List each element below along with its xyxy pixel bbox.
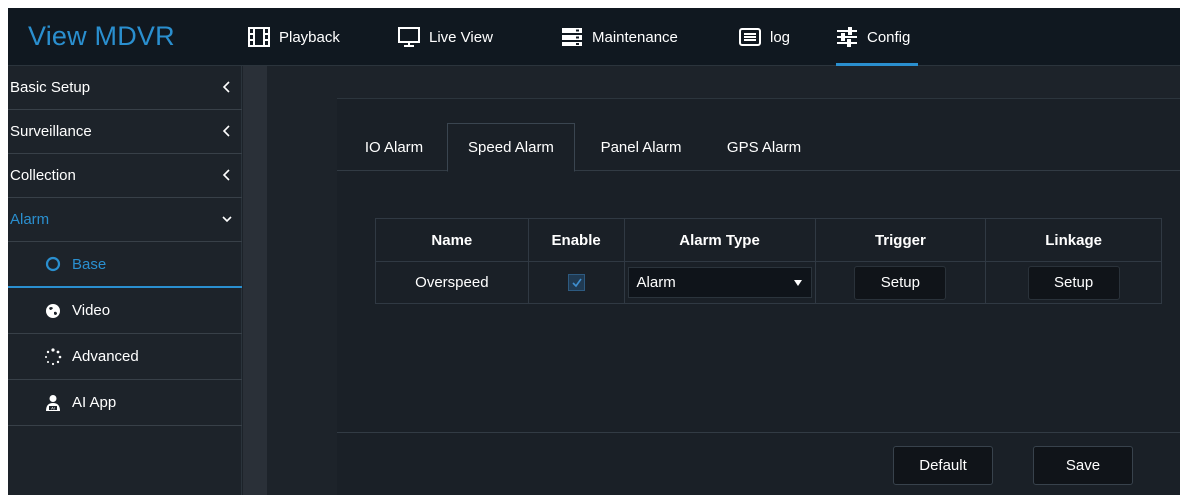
save-button[interactable]: Save bbox=[1033, 446, 1133, 485]
sidebar-item-label: AI App bbox=[72, 394, 117, 411]
globe-icon bbox=[44, 302, 62, 320]
tab-speed-alarm[interactable]: Speed Alarm bbox=[447, 123, 575, 172]
default-button[interactable]: Default bbox=[893, 446, 993, 485]
tab-io-alarm[interactable]: IO Alarm bbox=[355, 123, 433, 171]
sidebar-group-label: Alarm bbox=[10, 211, 50, 228]
row-name: Overspeed bbox=[375, 261, 529, 304]
linkage-setup-button[interactable]: Setup bbox=[1027, 265, 1120, 300]
sidebar-group-alarm[interactable]: Alarm bbox=[8, 198, 242, 242]
nav-maintenance[interactable]: Maintenance bbox=[561, 8, 678, 66]
trigger-setup-button[interactable]: Setup bbox=[854, 265, 947, 300]
sidebar: Basic Setup Surveillance Collection Alar… bbox=[8, 66, 242, 495]
sidebar-group-basic-setup[interactable]: Basic Setup bbox=[8, 66, 242, 110]
app-window: View MDVR Playback Live View Maintenance… bbox=[8, 8, 1180, 495]
ai-user-icon: AI bbox=[44, 394, 62, 412]
nav-config-label: Config bbox=[867, 28, 911, 46]
sidebar-item-ai-app[interactable]: AI AI App bbox=[8, 380, 242, 426]
sidebar-item-base[interactable]: Base bbox=[8, 242, 242, 288]
config-panel: IO Alarm Speed Alarm Panel Alarm GPS Ala… bbox=[337, 98, 1180, 495]
nav-live-view-label: Live View bbox=[429, 28, 493, 46]
tab-label: Panel Alarm bbox=[600, 138, 682, 156]
monitor-icon bbox=[398, 27, 420, 47]
svg-text:AI: AI bbox=[51, 405, 55, 410]
sidebar-item-label: Base bbox=[72, 255, 107, 273]
sidebar-item-label: Advanced bbox=[72, 348, 139, 365]
column-header: Enable bbox=[527, 218, 625, 262]
chevron-down-icon bbox=[222, 216, 232, 223]
footer-divider bbox=[337, 432, 1180, 433]
sidebar-group-surveillance[interactable]: Surveillance bbox=[8, 110, 242, 154]
nav-live-view[interactable]: Live View bbox=[398, 8, 493, 66]
list-icon bbox=[739, 28, 761, 46]
top-nav-bar: View MDVR Playback Live View Maintenance… bbox=[8, 8, 1180, 66]
alarm-tabbar: IO Alarm Speed Alarm Panel Alarm GPS Ala… bbox=[337, 99, 1180, 172]
sidebar-group-label: Surveillance bbox=[10, 123, 92, 140]
sidebar-item-advanced[interactable]: Advanced bbox=[8, 334, 242, 380]
nav-playback[interactable]: Playback bbox=[248, 8, 340, 66]
caret-down-icon bbox=[793, 279, 802, 286]
circle-icon bbox=[44, 255, 62, 273]
column-header: Trigger bbox=[814, 218, 987, 262]
sidebar-item-video[interactable]: Video bbox=[8, 288, 242, 334]
enable-checkbox[interactable] bbox=[567, 274, 585, 292]
column-header: Linkage bbox=[985, 218, 1162, 262]
app-title: View MDVR bbox=[28, 21, 175, 51]
table-row: Overspeed Alarm Setup Setup bbox=[375, 261, 1162, 304]
nav-playback-label: Playback bbox=[279, 28, 340, 46]
nav-maintenance-label: Maintenance bbox=[592, 28, 678, 46]
film-icon bbox=[248, 27, 270, 47]
sliders-icon bbox=[836, 27, 858, 47]
nav-config[interactable]: Config bbox=[836, 8, 919, 66]
speed-alarm-table: Name Enable Alarm Type Trigger Linkage O… bbox=[375, 218, 1162, 304]
column-header: Name bbox=[375, 218, 529, 262]
tab-label: Speed Alarm bbox=[468, 139, 554, 156]
chevron-left-icon bbox=[222, 125, 230, 137]
table-header-row: Name Enable Alarm Type Trigger Linkage bbox=[375, 218, 1162, 262]
tab-gps-alarm[interactable]: GPS Alarm bbox=[717, 123, 811, 171]
alarm-type-select[interactable]: Alarm bbox=[627, 267, 812, 298]
checkmark-icon bbox=[572, 278, 582, 288]
column-header: Alarm Type bbox=[623, 218, 816, 262]
nav-log[interactable]: log bbox=[739, 8, 790, 66]
nav-log-label: log bbox=[770, 28, 791, 46]
sidebar-group-label: Basic Setup bbox=[10, 79, 91, 96]
sidebar-group-label: Collection bbox=[10, 167, 76, 184]
spinner-icon bbox=[44, 347, 62, 366]
tab-label: GPS Alarm bbox=[726, 138, 802, 156]
server-icon bbox=[561, 27, 583, 47]
chevron-left-icon bbox=[222, 169, 230, 181]
tab-panel-alarm[interactable]: Panel Alarm bbox=[589, 123, 693, 171]
sidebar-group-collection[interactable]: Collection bbox=[8, 154, 242, 198]
tab-label: IO Alarm bbox=[364, 138, 424, 156]
content-gutter bbox=[243, 66, 267, 495]
sidebar-item-label: Video bbox=[72, 302, 111, 319]
chevron-left-icon bbox=[222, 81, 230, 93]
alarm-type-value: Alarm bbox=[636, 274, 676, 291]
